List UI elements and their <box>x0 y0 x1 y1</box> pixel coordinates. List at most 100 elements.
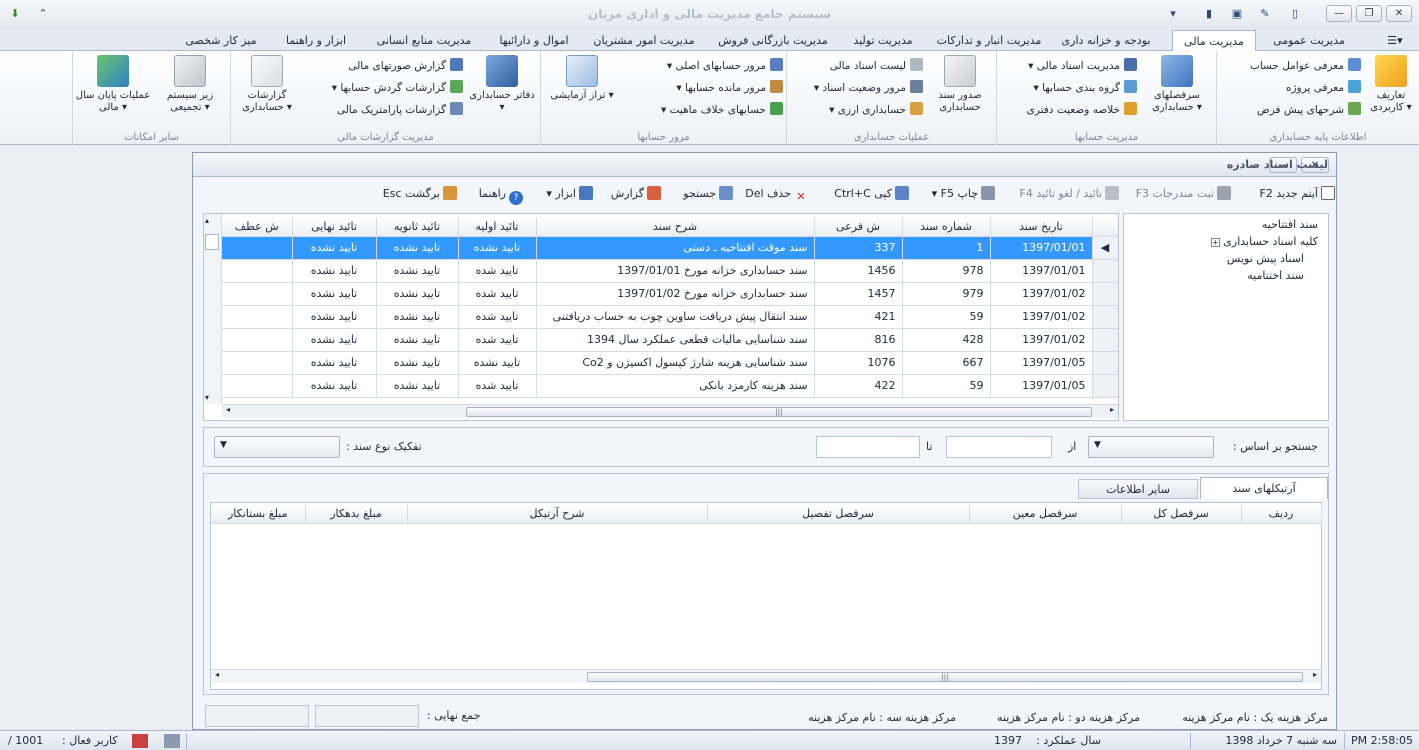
help-button[interactable]: ?راهنما <box>463 185 523 205</box>
definitions-button[interactable]: تعاریف کاربردی ▾ <box>1363 55 1419 114</box>
accounting-books-button[interactable]: دفاتر حسابداری ▾ <box>467 55 537 114</box>
scroll-right-icon[interactable]: ▸ <box>1313 670 1317 679</box>
row-indicator[interactable] <box>1092 328 1118 352</box>
account-factors-button[interactable]: معرفی عوامل حساب <box>1221 57 1361 75</box>
col-header[interactable]: تائید اولیه <box>458 218 537 237</box>
main-accounts-button[interactable]: مرور حسابهای اصلی ▾ <box>627 57 783 75</box>
aggregation-subsystem-button[interactable]: زیر سیستم تجمیعی ▾ <box>153 55 227 114</box>
edit-icon[interactable]: ✎ <box>1258 7 1272 21</box>
table-row[interactable]: تایید نشده تایید نشده تایید شده سند شناسایی… <box>222 328 1118 352</box>
tab-hr[interactable]: مدیریت منابع انسانی <box>362 30 486 51</box>
tab-general[interactable]: مدیریت عمومی <box>1262 30 1356 51</box>
doc-type-combo[interactable]: ▼ <box>214 436 340 458</box>
search-button[interactable]: جستجو <box>667 185 733 203</box>
col-header[interactable]: تاریخ سند <box>990 218 1093 237</box>
row-indicator[interactable] <box>1092 259 1118 283</box>
financial-docs-list-button[interactable]: لیست اسناد مالی <box>791 57 923 75</box>
tab-desk[interactable]: میز کار شخصی <box>172 30 270 51</box>
tree-item-opening[interactable]: سند افتتاحیه <box>1262 218 1318 231</box>
financial-statements-button[interactable]: گزارش صورتهای مالی <box>305 57 463 75</box>
row-indicator[interactable] <box>1092 351 1118 375</box>
tab-financial[interactable]: مدیریت مالی <box>1172 30 1256 52</box>
row-indicator[interactable] <box>1092 305 1118 329</box>
col-header[interactable]: شرح سند <box>536 218 815 237</box>
accounting-reports-button[interactable]: گزارشات حسابداری ▾ <box>235 55 299 114</box>
download-icon[interactable]: ⬇ <box>8 7 22 21</box>
turnover-reports-button[interactable]: گزارشات گردش حسابها ▾ <box>305 79 463 97</box>
year-end-button[interactable]: عملیات پایان سال مالی ▾ <box>75 55 151 114</box>
trial-balance-button[interactable]: تراز آزمایشی ▾ <box>545 55 619 102</box>
group-accounts-button[interactable]: گروه بندی حسابها ▾ <box>1001 79 1137 97</box>
table-row[interactable]: تایید نشده تایید نشده تایید شده سند حسابدار… <box>222 259 1118 283</box>
col-header[interactable]: سرفصل معین <box>969 505 1122 524</box>
tab-sales[interactable]: مدیریت بازرگانی فروش <box>710 30 836 51</box>
scroll-down-icon[interactable]: ▾ <box>205 393 209 402</box>
row-pointer-icon[interactable]: ◀ <box>1092 236 1118 260</box>
table-row[interactable]: تایید نشده تایید نشده تایید نشده سند شناسای… <box>222 351 1118 375</box>
scroll-thumb[interactable] <box>205 234 219 250</box>
col-header[interactable]: شرح آرتیکل <box>407 505 708 524</box>
table-row[interactable]: تایید نشده تایید نشده تایید نشده سند موقت ا… <box>222 236 1118 260</box>
calendar-icon[interactable] <box>132 734 148 748</box>
summary-button[interactable]: خلاصه وضعیت دفتری <box>1001 101 1137 119</box>
scroll-right-icon[interactable]: ▸ <box>1110 405 1114 414</box>
account-headings-button[interactable]: سرفصلهای حسابداری ▾ <box>1141 55 1213 114</box>
search-basis-combo[interactable]: ▼ <box>1088 436 1214 458</box>
contrary-accounts-button[interactable]: حسابهای خلاف ماهیت ▾ <box>627 101 783 119</box>
balances-button[interactable]: مرور مانده حسابها ▾ <box>627 79 783 97</box>
scroll-up-icon[interactable]: ▴ <box>205 216 209 225</box>
tab-other-info[interactable]: سایر اطلاعات <box>1078 479 1198 499</box>
col-header[interactable]: تائید ثانویه <box>376 218 459 237</box>
scroll-thumb-h[interactable]: ||| <box>466 407 1092 417</box>
page-icon[interactable]: ▯ <box>1288 7 1302 21</box>
quick-access-dropdown-icon[interactable]: ▾ <box>1166 7 1180 21</box>
parametric-reports-button[interactable]: گزارشات پارامتریک مالی <box>305 101 463 119</box>
col-header[interactable]: ش عطف <box>222 218 293 237</box>
vertical-scrollbar[interactable]: ▴ ▾ <box>204 214 222 404</box>
scroll-left-icon[interactable]: ◂ <box>226 405 230 414</box>
horizontal-scrollbar[interactable]: ◂ ||| ▸ <box>222 404 1118 418</box>
restore-button[interactable]: ❐ <box>1356 5 1382 22</box>
back-button[interactable]: برگشت Esc <box>371 185 457 203</box>
collapse-ribbon-icon[interactable]: ⌃ <box>36 7 50 21</box>
col-header[interactable]: مبلغ بدهکار <box>305 505 408 524</box>
post-button[interactable]: ثبت مندرجات F3 <box>1121 185 1231 203</box>
copy-button[interactable]: کپی Ctrl+C <box>819 185 909 203</box>
col-header[interactable]: سرفصل کل <box>1121 505 1242 524</box>
delete-button[interactable]: ✕حذف Del <box>738 185 808 203</box>
new-item-button[interactable]: آیتم جدید F2 <box>1235 185 1335 203</box>
articles-horizontal-scrollbar[interactable]: ◂ ||| ▸ <box>211 669 1321 683</box>
manage-docs-button[interactable]: مدیریت اسناد مالی ▾ <box>1001 57 1137 75</box>
minimize-button[interactable]: — <box>1326 5 1352 22</box>
col-header[interactable]: شماره سند <box>902 218 991 237</box>
close-button[interactable]: ✕ <box>1386 5 1412 22</box>
tab-menu-button[interactable]: ☰▾ <box>1373 30 1417 51</box>
tree-item-all-docs[interactable]: کلیه اسناد حسابداری + <box>1210 235 1318 248</box>
tab-budget[interactable]: بودجه و خزانه داری <box>1050 30 1162 51</box>
project-button[interactable]: معرفی پروژه <box>1221 79 1361 97</box>
to-input[interactable] <box>816 436 920 458</box>
tree-item-closing[interactable]: سند اختتامیه <box>1247 269 1304 282</box>
scroll-thumb-h[interactable]: ||| <box>587 672 1303 682</box>
issue-document-button[interactable]: صدور سند حسابداری <box>927 55 993 114</box>
col-header[interactable]: تائید نهایی <box>292 218 377 237</box>
default-descriptions-button[interactable]: شرحهای پیش فرض <box>1221 101 1361 119</box>
book-icon[interactable]: ▮ <box>1202 7 1216 21</box>
from-input[interactable] <box>946 436 1052 458</box>
tools-button[interactable]: ابزار ▾ <box>527 185 593 203</box>
tab-warehouse[interactable]: مدیریت انبار و تدارکات <box>930 30 1048 51</box>
scroll-left-icon[interactable]: ◂ <box>215 670 219 679</box>
tab-articles[interactable]: آرتیکلهای سند <box>1200 477 1328 499</box>
report-button[interactable]: گزارش <box>599 185 661 203</box>
calculator-icon[interactable] <box>164 734 180 748</box>
col-header[interactable]: ش فرعی <box>814 218 903 237</box>
table-row[interactable]: تایید نشده تایید نشده تایید شده سند انتقال … <box>222 305 1118 329</box>
tab-tools[interactable]: ابزار و راهنما <box>274 30 358 51</box>
expand-icon[interactable]: + <box>1210 238 1220 247</box>
tab-customers[interactable]: مدیریت امور مشتریان <box>582 30 706 51</box>
row-indicator[interactable] <box>1092 374 1118 398</box>
tree-item-drafts[interactable]: اسناد پیش نویس <box>1227 252 1304 265</box>
currency-accounting-button[interactable]: حسابداری ارزی ▾ <box>791 101 923 119</box>
table-row[interactable]: تایید نشده تایید نشده تایید شده سند حسابدار… <box>222 282 1118 306</box>
tab-production[interactable]: مدیریت تولید <box>840 30 926 51</box>
